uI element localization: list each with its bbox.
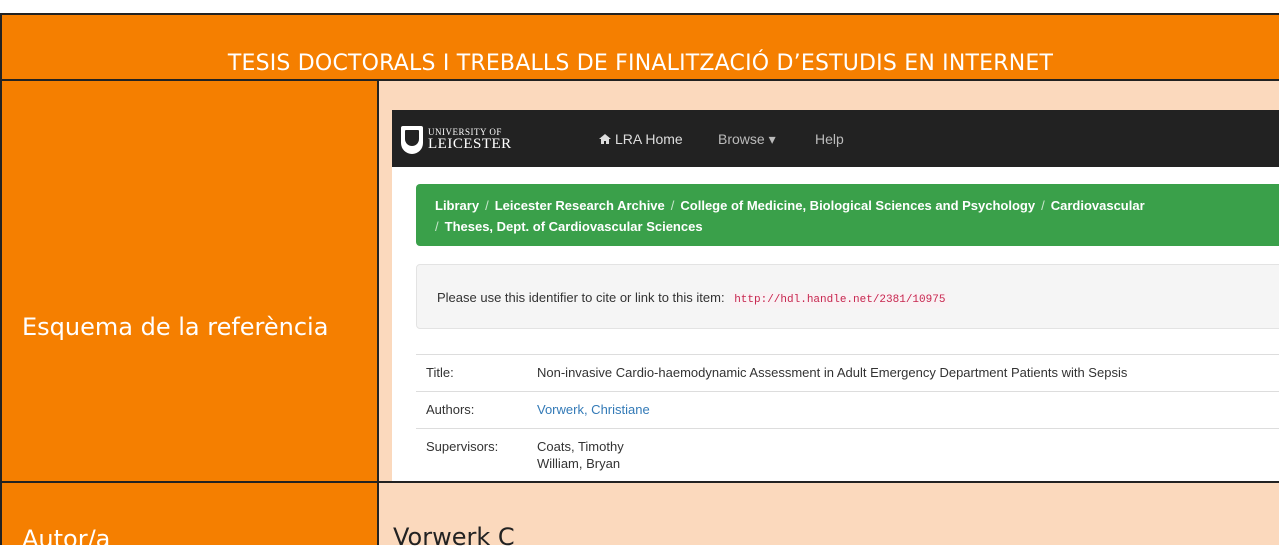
metadata-table: Title: Non-invasive Cardio-haemodynamic … <box>416 354 1279 482</box>
supervisor-name: Coats, Timothy <box>537 439 624 454</box>
university-shield-icon[interactable] <box>401 126 423 154</box>
embedded-screenshot: UNIVERSITY OF LEICESTER LRA Home Browse … <box>392 110 1279 482</box>
title-label: Title: <box>426 365 454 380</box>
supervisors-label: Supervisors: <box>426 439 499 454</box>
breadcrumb-line-2: / Theses, Dept. of Cardiovascular Science… <box>435 216 1279 237</box>
title-value: Non-invasive Cardio-haemodynamic Assessm… <box>537 365 1128 380</box>
document-page: TESIS DOCTORALS I TREBALLS DE FINALITZAC… <box>0 0 1279 553</box>
crumb-separator: / <box>435 219 439 234</box>
handle-url[interactable]: http://hdl.handle.net/2381/10975 <box>730 292 950 308</box>
table-header: TESIS DOCTORALS I TREBALLS DE FINALITZAC… <box>2 15 1279 81</box>
page-title: TESIS DOCTORALS I TREBALLS DE FINALITZAC… <box>227 51 1054 76</box>
table-row: Title: Non-invasive Cardio-haemodynamic … <box>416 354 1279 391</box>
author-link[interactable]: Vorwerk, Christiane <box>537 402 650 417</box>
crumb-cardiovascular[interactable]: Cardiovascular <box>1051 198 1145 213</box>
crumb-theses[interactable]: Theses, Dept. of Cardiovascular Sciences <box>445 219 703 234</box>
table-row: Authors: Vorwerk, Christiane <box>416 391 1279 428</box>
table-row: Supervisors: Coats, Timothy William, Bry… <box>416 428 1279 482</box>
navbar: UNIVERSITY OF LEICESTER LRA Home Browse … <box>392 110 1279 167</box>
crumb-lra[interactable]: Leicester Research Archive <box>495 198 665 213</box>
nav-browse-dropdown[interactable]: Browse ▾ <box>718 131 776 148</box>
crumb-separator: / <box>485 198 489 213</box>
crumb-college[interactable]: College of Medicine, Biological Sciences… <box>680 198 1035 213</box>
row-label-cell: Esquema de la referència <box>2 81 379 481</box>
shield-inner <box>405 130 419 146</box>
breadcrumb: Library / Leicester Research Archive / Colle… <box>416 184 1279 246</box>
author-label: Autor/a <box>22 525 111 553</box>
cite-text: Please use this identifier to cite or li… <box>437 290 950 308</box>
supervisor-name: William, Bryan <box>537 456 621 471</box>
crumb-library[interactable]: Library <box>435 198 479 213</box>
nav-help-link[interactable]: Help <box>815 131 844 147</box>
breadcrumb-line-1: Library / Leicester Research Archive / Colle… <box>435 195 1279 216</box>
nav-home-link[interactable]: LRA Home <box>599 131 683 147</box>
nav-home-label: LRA Home <box>615 131 683 147</box>
crumb-separator: / <box>670 198 675 213</box>
cite-well: Please use this identifier to cite or li… <box>416 264 1279 329</box>
author-value: Vorwerk C <box>393 523 515 551</box>
home-icon <box>599 134 611 144</box>
crumb-separator: / <box>1041 198 1045 213</box>
reference-schema-label: Esquema de la referència <box>22 313 329 341</box>
row-value-cell: Vorwerk C <box>379 483 1279 551</box>
cite-label: Please use this identifier to cite or li… <box>437 290 725 305</box>
authors-label: Authors: <box>426 402 475 417</box>
logo-text-main[interactable]: LEICESTER <box>428 136 512 153</box>
row-label-cell: Autor/a <box>2 483 379 553</box>
